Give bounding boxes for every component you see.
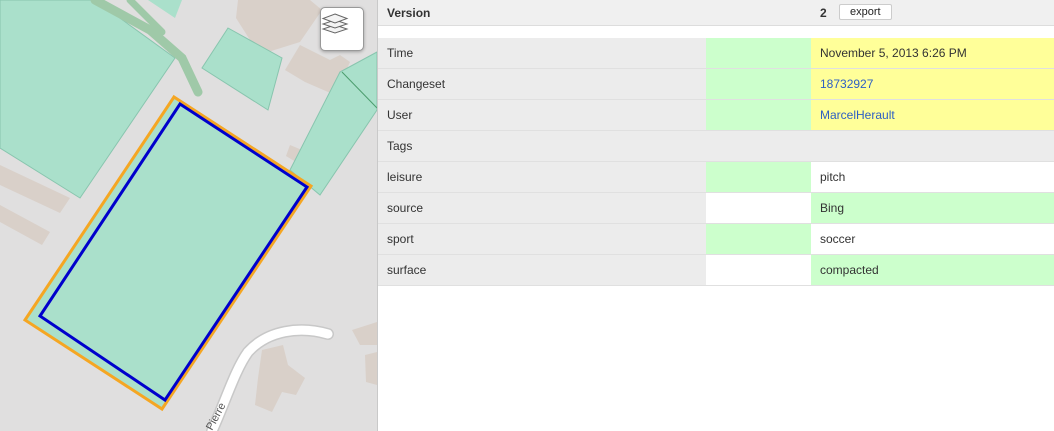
user-link[interactable]: MarcelHerault bbox=[811, 100, 1054, 130]
row-key: sport bbox=[378, 224, 706, 254]
row-key: Time bbox=[378, 38, 706, 68]
row-key: surface bbox=[378, 255, 706, 285]
row-changeset: Changeset 18732927 bbox=[378, 69, 1054, 100]
row-diff-cell bbox=[706, 38, 811, 68]
row-time: Time November 5, 2013 6:26 PM bbox=[378, 38, 1054, 69]
row-diff-cell bbox=[706, 162, 811, 192]
history-panel: Version 2 export Time November 5, 2013 6… bbox=[377, 0, 1054, 431]
row-diff-cell bbox=[706, 131, 811, 161]
version-number: 2 bbox=[820, 6, 827, 20]
export-button[interactable]: export bbox=[839, 4, 892, 20]
row-value: compacted bbox=[811, 255, 1054, 285]
row-value: November 5, 2013 6:26 PM bbox=[811, 38, 1054, 68]
row-value: soccer bbox=[811, 224, 1054, 254]
row-tag-surface: surface compacted bbox=[378, 255, 1054, 286]
map-canvas[interactable]: Pierre bbox=[0, 0, 377, 431]
version-header: Version 2 export bbox=[378, 0, 1054, 26]
changeset-link[interactable]: 18732927 bbox=[811, 69, 1054, 99]
row-tag-sport: sport soccer bbox=[378, 224, 1054, 255]
row-tag-source: source Bing bbox=[378, 193, 1054, 224]
building bbox=[365, 352, 377, 385]
row-diff-cell bbox=[706, 193, 811, 223]
map-view[interactable]: Pierre bbox=[0, 0, 377, 431]
row-value bbox=[811, 131, 1054, 161]
layers-button[interactable] bbox=[320, 7, 364, 51]
row-key: Changeset bbox=[378, 69, 706, 99]
row-diff-cell bbox=[706, 255, 811, 285]
row-diff-cell bbox=[706, 224, 811, 254]
version-table: Time November 5, 2013 6:26 PM Changeset … bbox=[378, 38, 1054, 286]
row-key: source bbox=[378, 193, 706, 223]
row-diff-cell bbox=[706, 69, 811, 99]
row-value: Bing bbox=[811, 193, 1054, 223]
row-key: User bbox=[378, 100, 706, 130]
row-value: pitch bbox=[811, 162, 1054, 192]
row-diff-cell bbox=[706, 100, 811, 130]
version-title: Version bbox=[387, 6, 431, 20]
row-tag-leisure: leisure pitch bbox=[378, 162, 1054, 193]
row-user: User MarcelHerault bbox=[378, 100, 1054, 131]
row-key: Tags bbox=[378, 131, 706, 161]
row-tags: Tags bbox=[378, 131, 1054, 162]
layers-icon bbox=[321, 13, 349, 34]
row-key: leisure bbox=[378, 162, 706, 192]
